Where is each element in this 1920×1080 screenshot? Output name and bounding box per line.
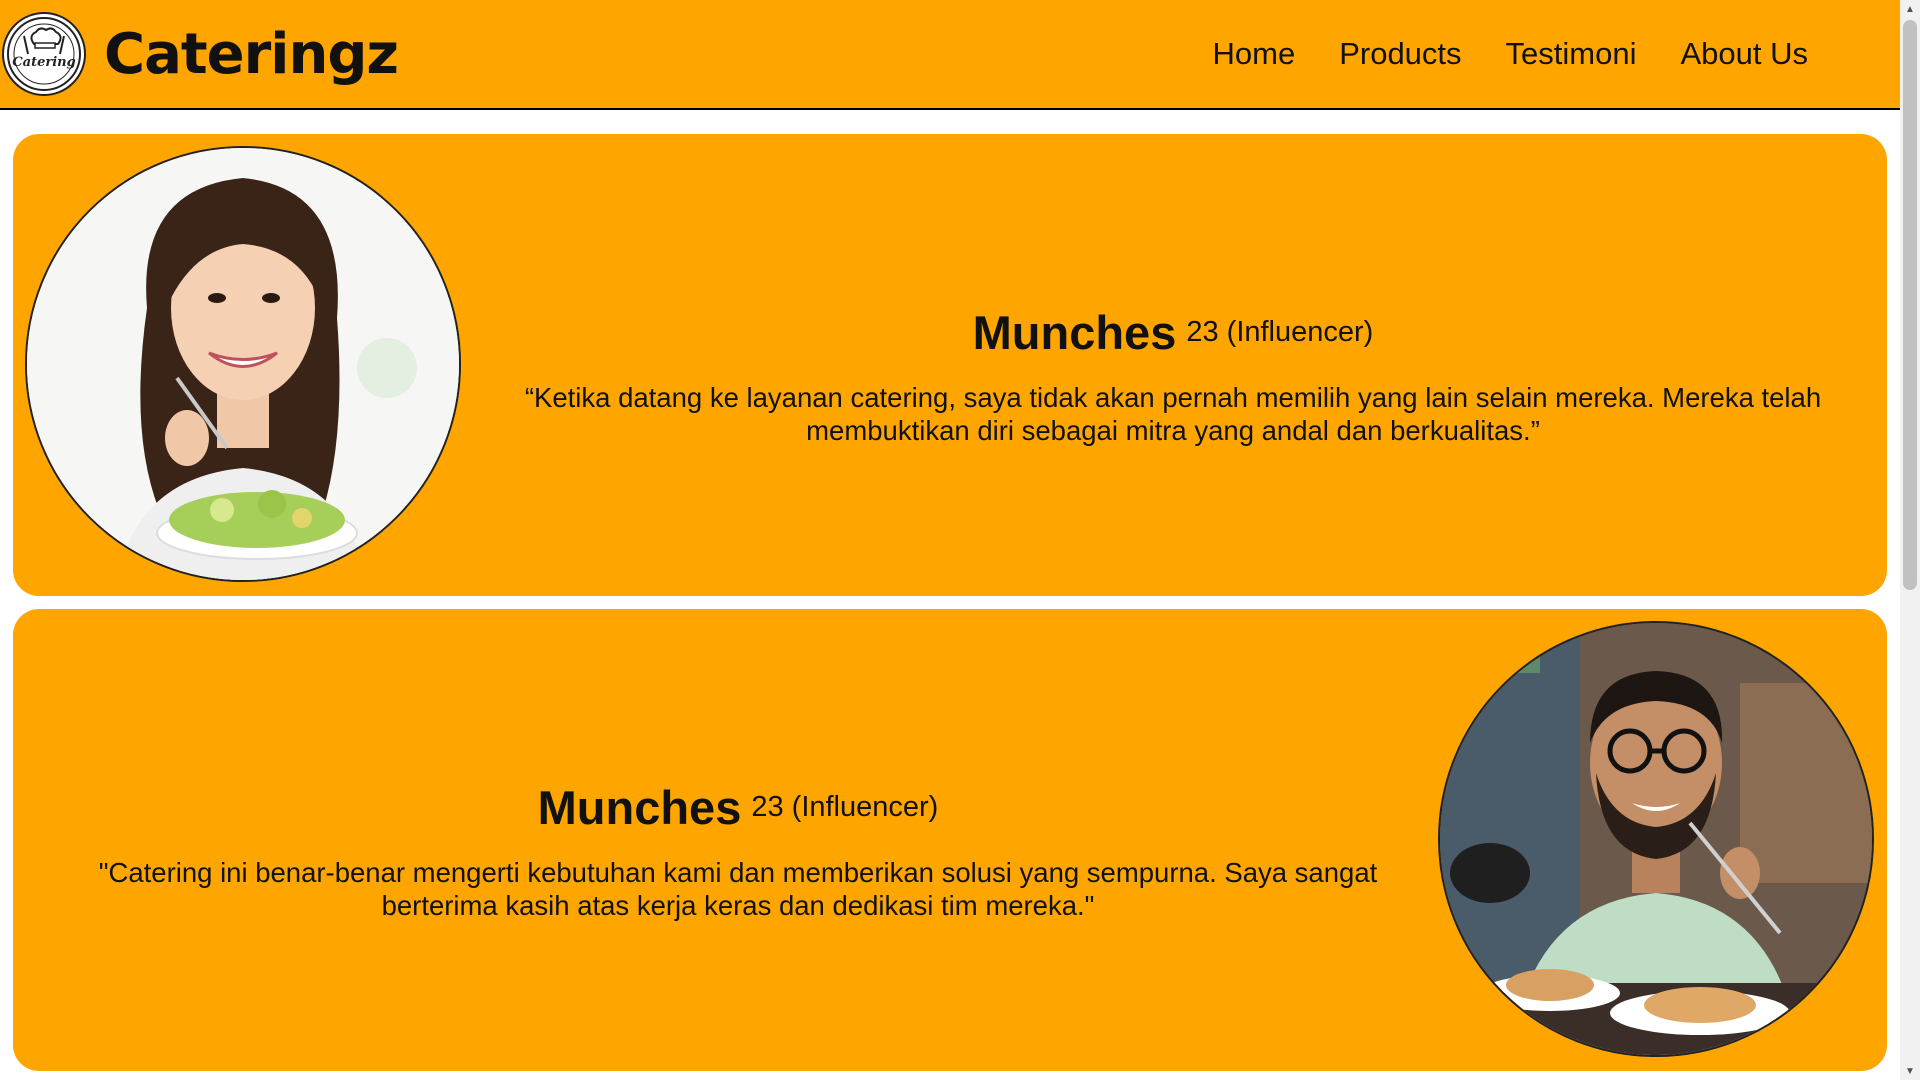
logo[interactable]: Catering	[2, 12, 86, 96]
testimonial-card: Munches 23 (Influencer) “Ketika datang ke…	[13, 134, 1887, 596]
testimonial-avatar-man	[1438, 621, 1874, 1057]
testimonial-name: Munches	[537, 781, 742, 834]
testimonial-header: Munches 23 (Influencer)	[493, 304, 1853, 373]
brand-name[interactable]: Cateringz	[104, 20, 399, 90]
testimonial-content: Munches 23 (Influencer) "Catering ini ben…	[73, 779, 1403, 922]
testimonial-card: Munches 23 (Influencer) "Catering ini ben…	[13, 609, 1887, 1071]
testimonial-quote: "Catering ini benar-benar mengerti kebut…	[98, 857, 1378, 921]
testimonial-header: Munches 23 (Influencer)	[73, 779, 1403, 848]
nav-testimoni[interactable]: Testimoni	[1506, 34, 1637, 74]
scroll-up-arrow-icon[interactable]: ▲	[1900, 0, 1920, 18]
scroll-down-arrow-icon[interactable]: ▼	[1900, 1062, 1920, 1080]
vertical-scrollbar[interactable]: ▲ ▼	[1900, 0, 1920, 1080]
scrollbar-thumb[interactable]	[1903, 20, 1917, 590]
testimonial-meta: 23 (Influencer)	[751, 791, 939, 823]
catering-logo-icon: Catering	[7, 17, 81, 91]
nav-products[interactable]: Products	[1339, 34, 1461, 74]
navbar: Catering Cateringz Home Products Testimo…	[0, 0, 1900, 110]
testimonial-name: Munches	[972, 306, 1177, 359]
nav-about-us[interactable]: About Us	[1680, 34, 1808, 74]
testimonial-meta: 23 (Influencer)	[1186, 316, 1374, 348]
testimonial-content: Munches 23 (Influencer) “Ketika datang ke…	[493, 304, 1853, 447]
man-eating-pastry-image	[1440, 623, 1872, 1055]
svg-text:Catering: Catering	[12, 55, 75, 70]
testimonial-avatar-woman	[25, 146, 461, 582]
woman-eating-salad-image	[27, 148, 459, 580]
testimonial-quote: “Ketika datang ke layanan catering, saya…	[524, 382, 1822, 446]
main-nav: Home Products Testimoni About Us	[1213, 34, 1809, 74]
page: Catering Cateringz Home Products Testimo…	[0, 0, 1920, 1080]
nav-home[interactable]: Home	[1213, 34, 1296, 74]
